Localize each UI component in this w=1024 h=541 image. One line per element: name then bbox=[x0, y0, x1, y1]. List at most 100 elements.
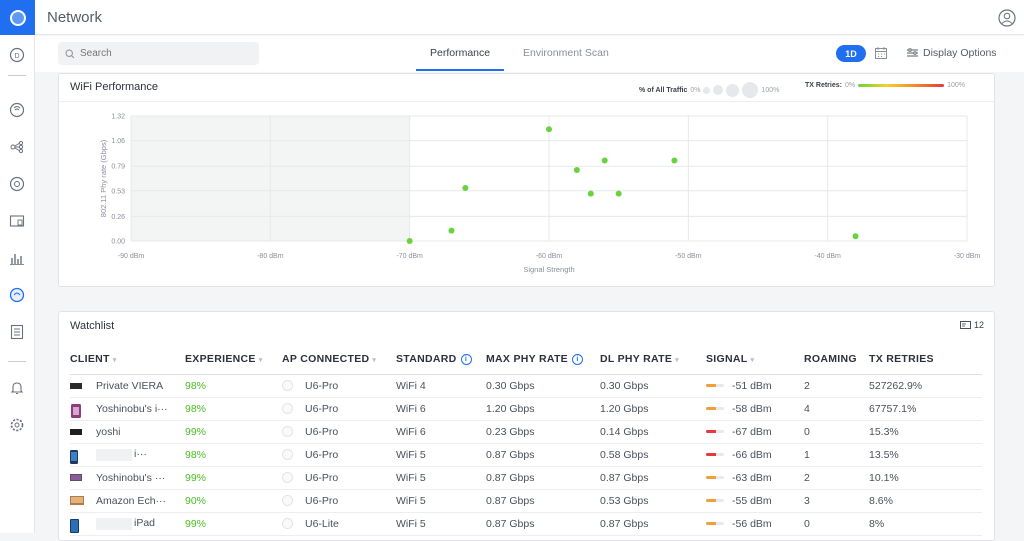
signal-value: -55 dBm bbox=[732, 494, 772, 507]
table-row[interactable]: Amazon Ech··· 90% U6-Pro WiFi 5 0.87 Gbps 0.5… bbox=[70, 489, 982, 513]
table-row[interactable]: i··· 98% U6-Pro WiFi 5 0.87 Gbps 0.58 Gbps -66… bbox=[70, 443, 982, 467]
retries-legend-label: TX Retries: bbox=[805, 82, 842, 89]
access-point-icon bbox=[282, 518, 293, 530]
experience-cell: 90% bbox=[185, 489, 282, 513]
active-tab-indicator bbox=[416, 69, 504, 71]
client-cell[interactable]: iPad bbox=[70, 512, 185, 536]
logo-ring-icon bbox=[9, 9, 26, 26]
clients-icon[interactable] bbox=[8, 175, 26, 193]
dl-phy-rate-cell: 0.58 Gbps bbox=[600, 443, 706, 467]
tab-environment-scan[interactable]: Environment Scan bbox=[523, 47, 609, 59]
ap-cell: U6-Pro bbox=[282, 489, 396, 513]
col-header-experience[interactable]: EXPERIENCE ▾ bbox=[185, 345, 282, 375]
client-cell[interactable]: Yoshinobu's i··· bbox=[70, 397, 185, 421]
table-row[interactable]: Private VIERA 98% U6-Pro WiFi 4 0.30 Gbps 0.3… bbox=[70, 374, 982, 398]
col-label: CLIENT bbox=[70, 353, 110, 366]
signal-cell: -58 dBm bbox=[706, 397, 804, 421]
logs-icon[interactable] bbox=[8, 323, 26, 341]
signal-cell: -66 dBm bbox=[706, 443, 804, 467]
top-bar: Network bbox=[35, 0, 1024, 35]
x-axis-label: Signal Strength bbox=[523, 265, 574, 274]
col-header-ap-connected[interactable]: AP CONNECTED ▾ bbox=[282, 345, 396, 375]
tablet-device-icon bbox=[70, 518, 82, 533]
device-list-icon bbox=[960, 320, 971, 329]
info-icon[interactable]: i bbox=[460, 354, 472, 366]
ap-cell: U6-Pro bbox=[282, 420, 396, 444]
access-point-icon bbox=[282, 472, 293, 484]
user-avatar-icon[interactable] bbox=[998, 9, 1016, 27]
y-tick-label: 1.32 bbox=[111, 114, 125, 121]
search-box[interactable] bbox=[58, 42, 259, 65]
roaming-cell: 1 bbox=[804, 443, 869, 467]
signal-vs-phy-rate-chart: -90 dBm -80 dBm -70 dBm -60 dBm -50 dBm -40 d… bbox=[99, 114, 980, 275]
signal-strength-bar bbox=[706, 407, 724, 411]
client-cell[interactable]: yoshi bbox=[70, 420, 185, 444]
signal-strength-bar bbox=[706, 453, 724, 457]
time-range-button[interactable]: 1D bbox=[836, 45, 866, 62]
table-row[interactable]: iPad 99% U6-Lite WiFi 5 0.87 Gbps 0.87 Gbps -5… bbox=[70, 512, 982, 536]
client-name: Amazon Ech··· bbox=[96, 494, 167, 507]
x-tick-label: -60 dBm bbox=[536, 253, 563, 260]
y-axis-label: 802.11 Phy rate (Gbps) bbox=[99, 139, 108, 217]
max-phy-rate-cell: 1.20 Gbps bbox=[486, 397, 600, 421]
devices-icon[interactable] bbox=[8, 101, 26, 119]
col-label: MAX PHY RATE bbox=[486, 353, 568, 366]
wifiman-icon[interactable] bbox=[8, 286, 26, 304]
col-header-signal[interactable]: SIGNAL ▾ bbox=[706, 345, 804, 375]
retries-legend: TX Retries: 0% 100% bbox=[805, 82, 965, 89]
table-row[interactable]: Yoshinobu's i··· 98% U6-Pro WiFi 6 1.20 Gbps… bbox=[70, 397, 982, 421]
wifi-performance-title: WiFi Performance bbox=[70, 81, 159, 93]
traffic-legend-label: % of All Traffic bbox=[639, 86, 688, 94]
tx-retries-cell: 13.5% bbox=[869, 443, 982, 467]
client-cell[interactable]: i··· bbox=[70, 443, 185, 467]
info-icon[interactable]: i bbox=[571, 354, 583, 366]
traffic-size-dot bbox=[726, 83, 740, 97]
dashboard-icon[interactable]: D bbox=[8, 46, 26, 64]
data-point bbox=[406, 238, 413, 244]
traffic-size-dot bbox=[742, 82, 759, 98]
statistics-icon[interactable] bbox=[8, 249, 26, 267]
standard-cell: WiFi 5 bbox=[396, 466, 486, 490]
col-header-roaming[interactable]: ROAMING bbox=[804, 345, 869, 375]
max-phy-rate-cell: 0.23 Gbps bbox=[486, 420, 600, 444]
max-phy-rate-cell: 0.87 Gbps bbox=[486, 466, 600, 490]
ap-cell: U6-Pro bbox=[282, 443, 396, 467]
col-header-dl-phy-rate[interactable]: DL PHY RATE ▾ bbox=[600, 345, 706, 375]
alerts-icon[interactable] bbox=[8, 379, 26, 397]
col-header-max-phy-rate[interactable]: MAX PHY RATE i bbox=[486, 345, 600, 375]
retries-legend-max: 100% bbox=[947, 82, 965, 89]
experience-cell: 99% bbox=[185, 512, 282, 536]
ap-name: U6-Lite bbox=[305, 517, 339, 530]
col-header-standard[interactable]: STANDARD i bbox=[396, 345, 486, 375]
signal-value: -66 dBm bbox=[732, 448, 772, 461]
retries-legend-min: 0% bbox=[844, 82, 856, 89]
calendar-icon[interactable] bbox=[874, 46, 888, 60]
table-row[interactable]: yoshi 99% U6-Pro WiFi 6 0.23 Gbps 0.14 Gbps -6… bbox=[70, 420, 982, 444]
data-point bbox=[462, 184, 469, 191]
col-label: STANDARD bbox=[396, 353, 457, 366]
tx-retries-cell: 10.1% bbox=[869, 466, 982, 490]
col-header-client[interactable]: CLIENT ▾ bbox=[70, 345, 185, 375]
search-input[interactable] bbox=[80, 48, 240, 59]
client-cell[interactable]: Amazon Ech··· bbox=[70, 489, 185, 513]
client-cell[interactable]: Yoshinobu's ··· bbox=[70, 466, 185, 490]
standard-cell: WiFi 5 bbox=[396, 489, 486, 513]
data-point bbox=[587, 190, 594, 197]
settings-icon[interactable] bbox=[8, 416, 26, 434]
client-cell[interactable]: Private VIERA bbox=[70, 374, 185, 398]
access-point-icon bbox=[282, 426, 293, 438]
table-row[interactable]: Yoshinobu's ··· 99% U6-Pro WiFi 5 0.87 Gbps 0… bbox=[70, 466, 982, 490]
tab-performance[interactable]: Performance bbox=[430, 47, 490, 59]
x-tick-label: -70 dBm bbox=[396, 253, 423, 260]
insights-icon[interactable] bbox=[8, 212, 26, 230]
unifi-logo[interactable] bbox=[0, 0, 35, 35]
roaming-cell: 0 bbox=[804, 512, 869, 536]
topology-icon[interactable] bbox=[8, 138, 26, 156]
tx-retries-cell: 8.6% bbox=[869, 489, 982, 513]
standard-cell: WiFi 6 bbox=[396, 397, 486, 421]
experience-cell: 99% bbox=[185, 466, 282, 490]
tx-retries-cell: 67757.1% bbox=[869, 397, 982, 421]
col-header-tx-retries[interactable]: TX RETRIES bbox=[869, 345, 982, 375]
sort-icon: ▾ bbox=[258, 357, 263, 365]
display-options-button[interactable]: Display Options bbox=[907, 47, 997, 59]
